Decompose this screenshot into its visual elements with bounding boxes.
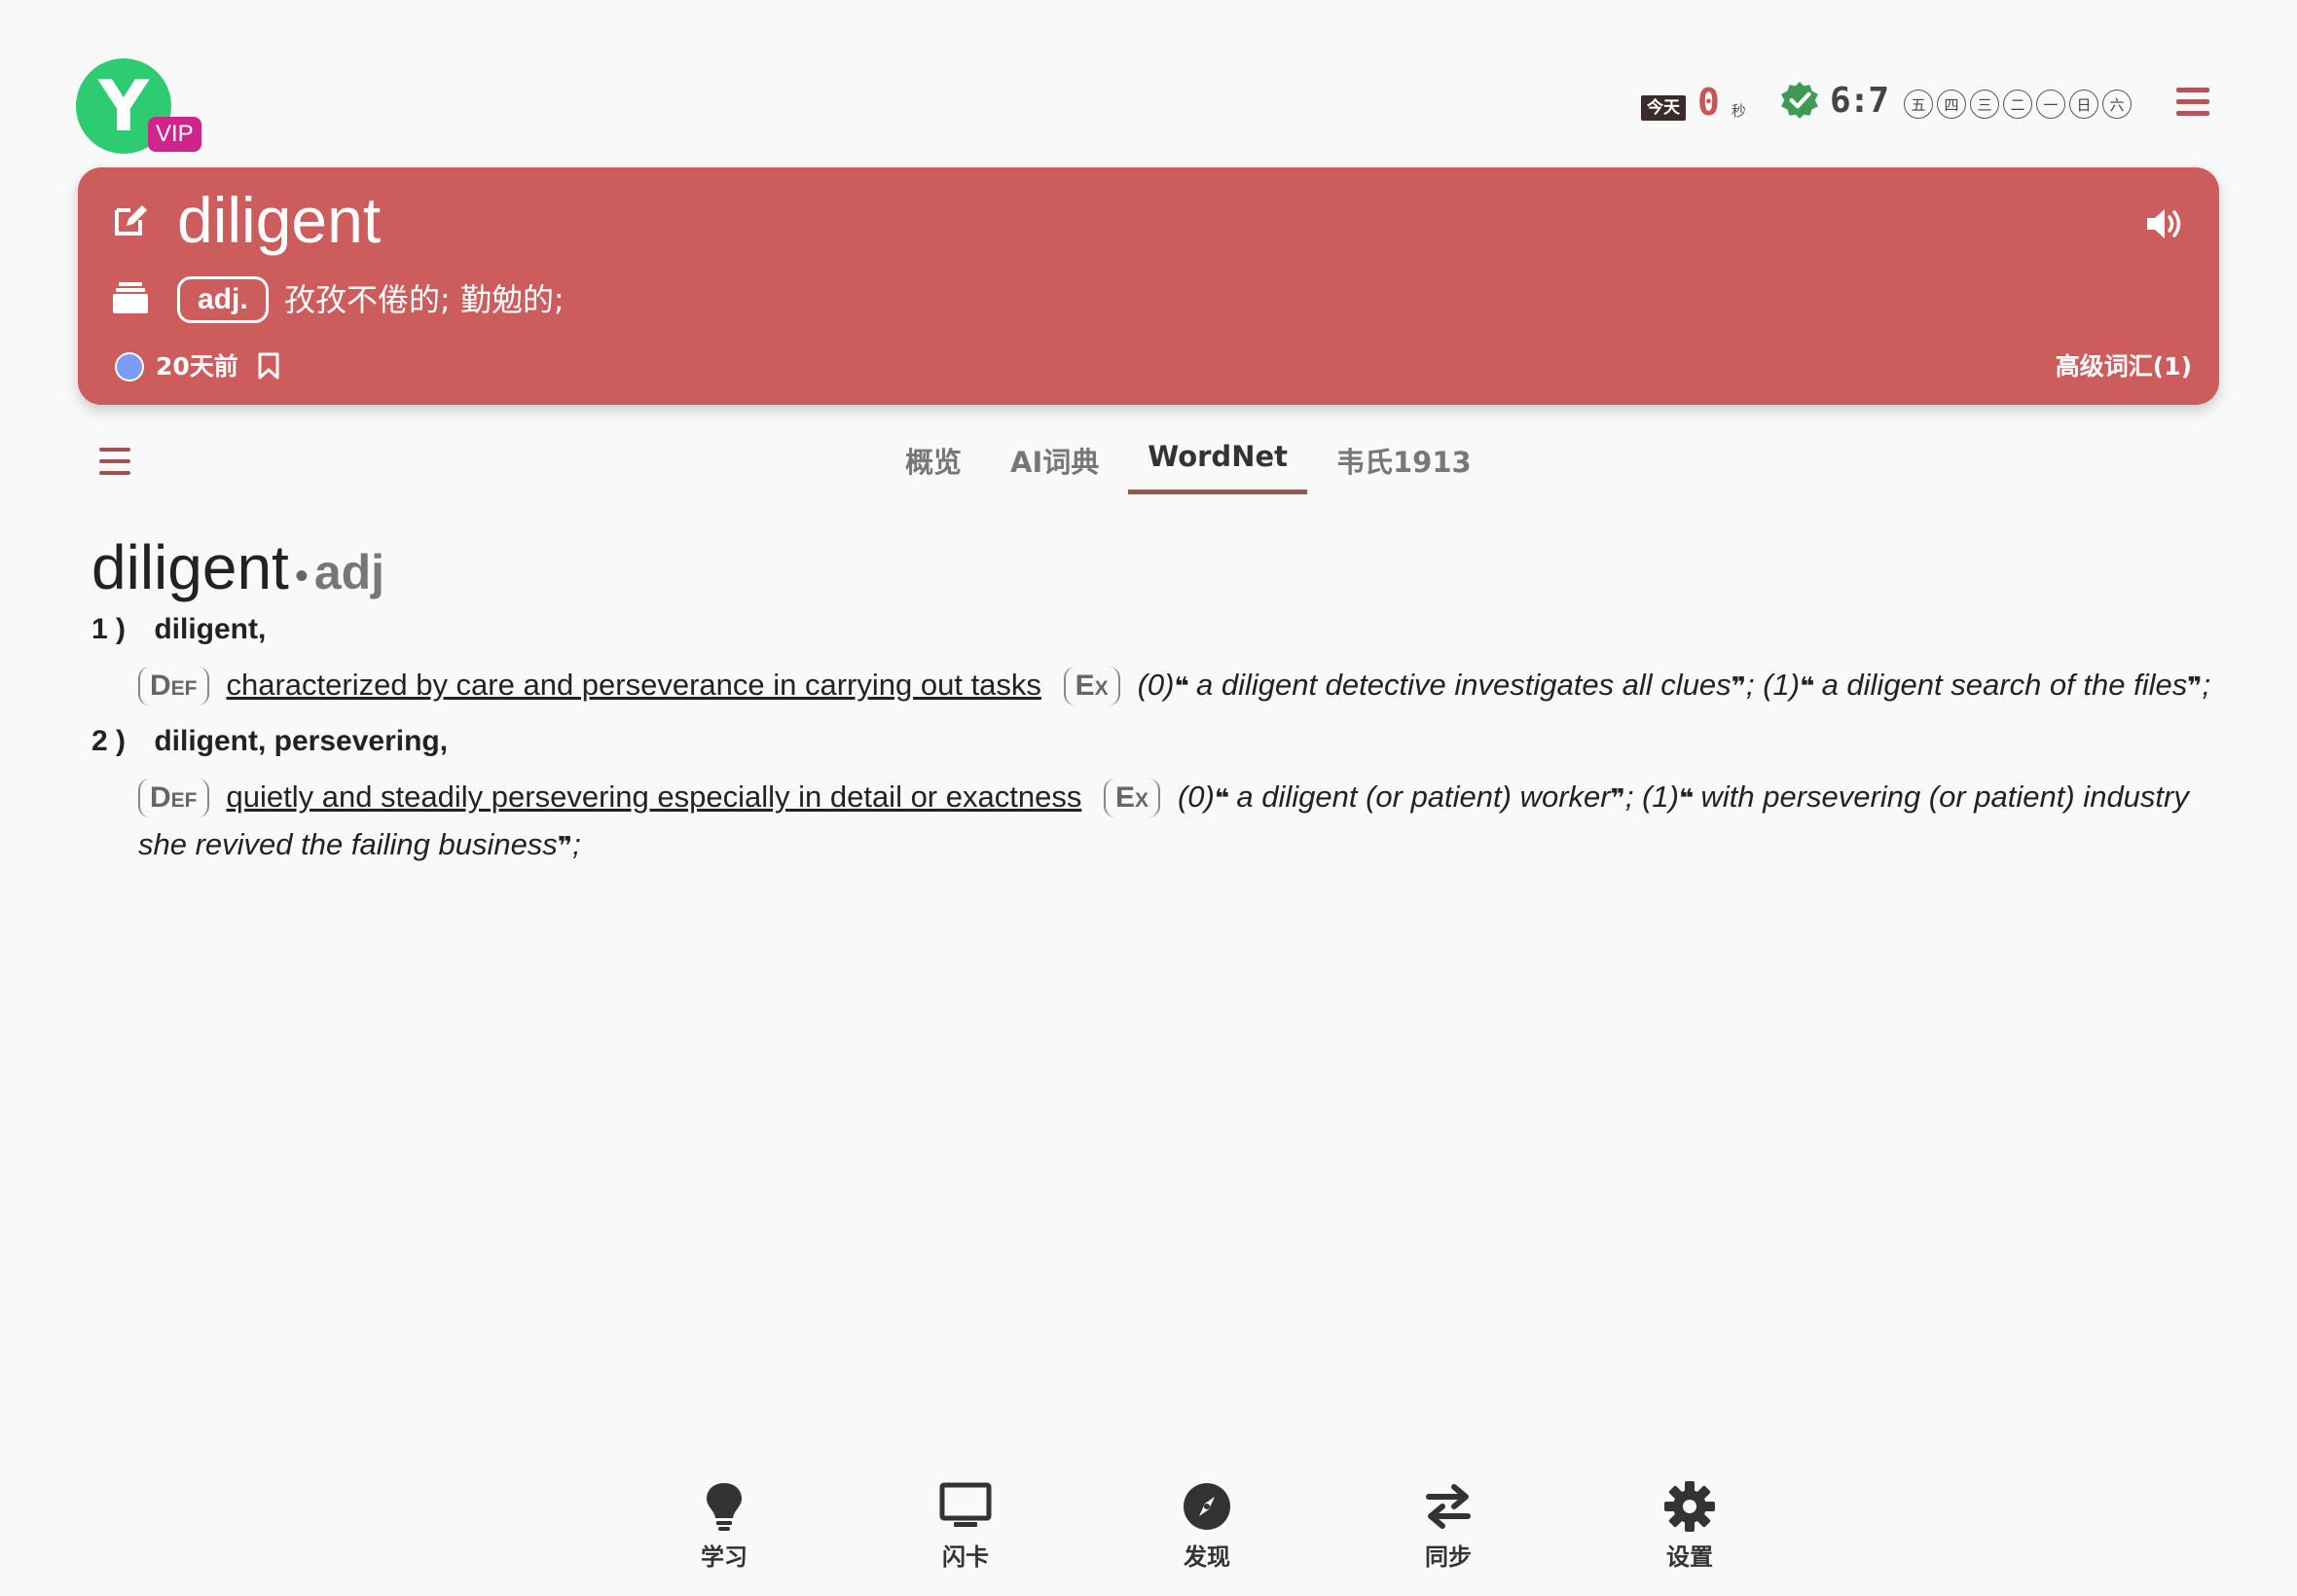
wordnet-entry: diligent • adj 1 ) diligent, Def characte…: [91, 531, 2213, 869]
familiarity-dot[interactable]: [115, 352, 144, 381]
weekday-dot: 二: [2003, 90, 2032, 119]
added-time: 20天前: [156, 352, 238, 381]
sense-header: 2 ) diligent, persevering,: [91, 725, 2213, 758]
sense-item: 2 ) diligent, persevering, Def quietly an…: [91, 725, 2213, 869]
sense-number: 1 ): [91, 613, 127, 645]
example-index: (0): [1137, 668, 1175, 702]
sense-header: 1 ) diligent,: [91, 613, 2213, 646]
tab-webster-1913[interactable]: 韦氏1913: [1317, 434, 1491, 494]
speaker-icon[interactable]: [2145, 206, 2184, 241]
weekday-dot: 四: [1937, 90, 1966, 119]
nav-label: 同步: [1425, 1543, 1472, 1571]
word-card: diligent adj. 孜孜不倦的; 勤勉的; 20天前 高级词汇(1): [78, 167, 2219, 405]
today-label: 今天: [1641, 95, 1686, 121]
entry-pos: adj: [313, 545, 385, 599]
example-index: (0): [1177, 780, 1215, 814]
edit-icon[interactable]: [113, 202, 148, 237]
nav-settings[interactable]: 设置: [1569, 1479, 1810, 1572]
weekday-dot: 三: [1970, 90, 1999, 119]
ex-label: Ex: [1063, 667, 1120, 706]
sense-item: 1 ) diligent, Def characterized by care a…: [91, 613, 2213, 709]
weekday-dot: 六: [2102, 90, 2132, 119]
app-logo[interactable]: Y VIP: [76, 58, 202, 156]
weekday-dot: 五: [1904, 90, 1933, 119]
nav-label: 闪卡: [942, 1543, 989, 1571]
sense-number: 2 ): [91, 725, 127, 757]
sync-arrows-icon: [1426, 1484, 1471, 1529]
example-text: a diligent search of the files: [1821, 668, 2188, 702]
sense-synonyms: diligent, persevering,: [154, 725, 449, 757]
def-label: Def: [138, 779, 209, 817]
definition-text[interactable]: quietly and steadily persevering especia…: [227, 780, 1082, 814]
sense-body: Def characterized by care and perseveranc…: [138, 662, 2213, 709]
gear-icon: [1664, 1481, 1715, 1532]
example-item: (0)❝ a diligent (or patient) worker❞;: [1177, 780, 1643, 814]
entry-word: diligent: [91, 532, 289, 602]
nav-flashcards[interactable]: 闪卡: [845, 1479, 1086, 1572]
pos-pill: adj.: [177, 276, 269, 323]
tab-wordnet[interactable]: WordNet: [1128, 434, 1307, 494]
nav-label: 设置: [1666, 1543, 1713, 1571]
example-index: (1): [1763, 668, 1801, 702]
close-quote-icon: ❞: [1610, 783, 1625, 813]
separator-dot: •: [294, 555, 309, 598]
close-quote-icon: ❞: [1731, 671, 1746, 701]
example-item: (0)❝ a diligent detective investigates a…: [1137, 668, 1764, 702]
def-label: Def: [138, 667, 209, 706]
example-item: (1)❝ a diligent search of the files❞;: [1763, 668, 2211, 702]
weekday-streak: 五 四 三 二 一 日 六: [1904, 90, 2132, 119]
open-quote-icon: ❝: [1174, 671, 1196, 701]
nav-sync[interactable]: 同步: [1328, 1479, 1569, 1572]
weekday-dot: 日: [2069, 90, 2098, 119]
weekday-dot: 一: [2036, 90, 2065, 119]
tab-overview[interactable]: 概览: [886, 434, 981, 494]
check-badge-icon: [1781, 82, 1818, 119]
monitor-icon: [939, 1482, 992, 1527]
tab-ai-dictionary[interactable]: AI词典: [991, 434, 1118, 494]
lightbulb-icon: [707, 1483, 742, 1531]
ratio-text: 6:7: [1830, 80, 1889, 121]
nav-label: 发现: [1184, 1543, 1230, 1571]
today-unit: 秒: [1731, 103, 1746, 120]
ex-label: Ex: [1103, 779, 1160, 817]
card-meaning: 孜孜不倦的; 勤勉的;: [284, 281, 565, 318]
app-page: Y VIP 今天 0 秒 6:7 五 四 三 二 一 日 六 diligent: [0, 0, 2297, 1596]
bookmark-icon[interactable]: [257, 352, 280, 380]
example-text: a diligent detective investigates all cl…: [1195, 668, 1732, 702]
example-index: (1): [1642, 780, 1679, 814]
nav-learn[interactable]: 学习: [603, 1479, 845, 1572]
bottom-nav: 学习 闪卡 发现 同步 设置: [603, 1479, 1810, 1572]
vocab-tag[interactable]: 高级词汇(1): [2056, 350, 2192, 383]
open-quote-icon: ❝: [1800, 671, 1822, 701]
compass-icon: [1184, 1483, 1230, 1530]
sense-synonyms: diligent,: [154, 613, 267, 645]
vip-badge: VIP: [148, 117, 201, 152]
open-quote-icon: ❝: [1214, 783, 1237, 813]
close-quote-icon: ❞: [2187, 671, 2203, 701]
today-count: 0: [1697, 81, 1720, 124]
example-text: a diligent (or patient) worker: [1236, 780, 1611, 814]
entry-headword: diligent • adj: [91, 531, 2213, 603]
dictionary-menu-icon[interactable]: [99, 448, 130, 477]
nav-discover[interactable]: 发现: [1086, 1479, 1328, 1572]
dictionary-tabs: 概览 AI词典 WordNet 韦氏1913: [886, 434, 1501, 494]
definition-text[interactable]: characterized by care and perseverance i…: [227, 668, 1041, 702]
open-quote-icon: ❝: [1678, 783, 1701, 813]
progress-ratio[interactable]: 6:7: [1779, 80, 1889, 121]
nav-label: 学习: [701, 1543, 747, 1571]
today-study-counter[interactable]: 今天 0 秒: [1641, 84, 1746, 121]
close-quote-icon: ❞: [557, 831, 573, 860]
card-word: diligent: [177, 184, 382, 256]
main-menu-icon[interactable]: [2176, 88, 2209, 117]
stack-icon[interactable]: [113, 280, 148, 315]
sense-body: Def quietly and steadily persevering espe…: [138, 774, 2213, 869]
